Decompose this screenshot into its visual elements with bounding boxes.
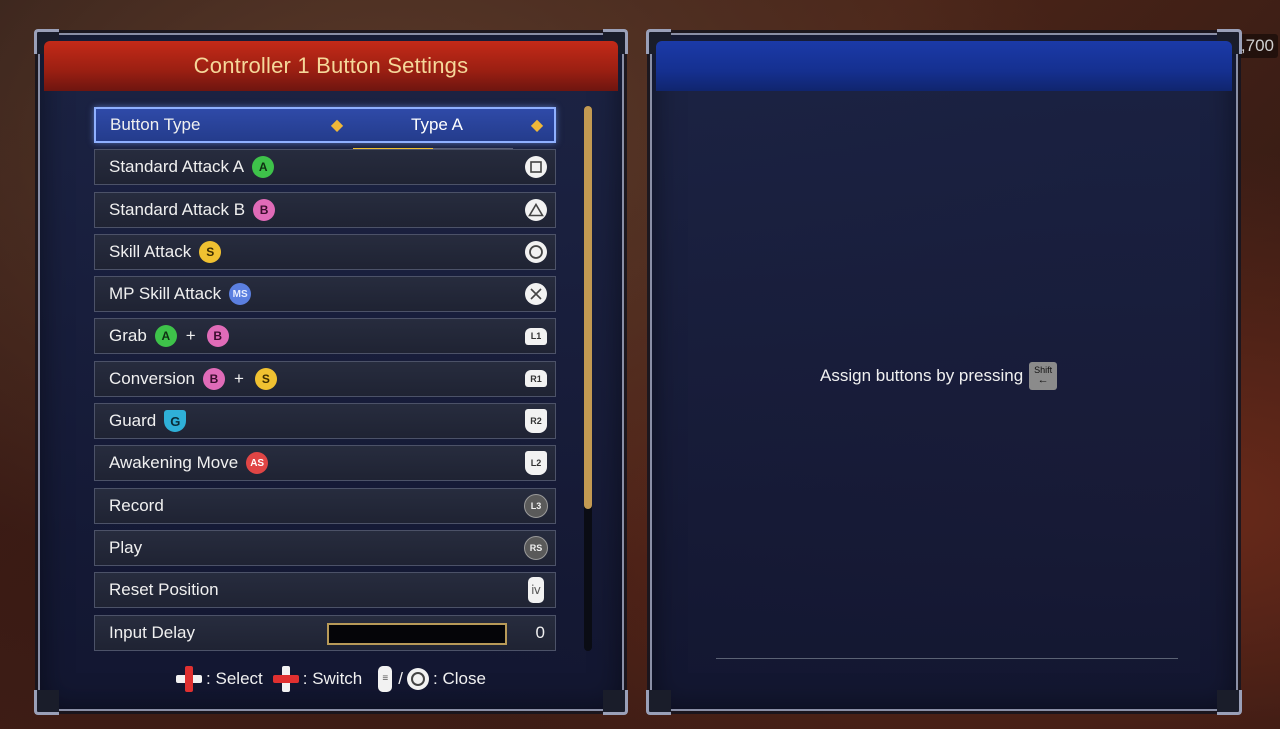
awakening-move-label: Awakening Move (109, 453, 239, 473)
touchpad-icon: ⅳ (524, 577, 548, 604)
conversion-row[interactable]: Conversion B + S R1 (94, 360, 556, 397)
hint-close: : Close (433, 669, 486, 688)
input-delay-label: Input Delay (109, 622, 195, 642)
action-s-badge-icon: S (254, 367, 277, 390)
reset-position-label: Reset Position (109, 580, 219, 600)
action-b-badge-icon: B (253, 198, 276, 221)
triangle-button-icon (524, 198, 548, 222)
button-type-value: Type A (411, 115, 463, 134)
action-g-badge-icon: G (164, 410, 187, 433)
reset-position-row[interactable]: Reset Position ⅳ (94, 572, 556, 609)
circle-button-icon (524, 240, 548, 264)
input-delay-bar[interactable] (327, 622, 507, 645)
button-type-row[interactable]: Button Type ◆ Type A ◆ (94, 107, 556, 151)
hint-slash: / (398, 669, 404, 688)
scrollbar-thumb[interactable] (584, 106, 592, 510)
record-row[interactable]: Record L3 (94, 487, 556, 524)
frame-corner (1217, 690, 1242, 715)
button-type-label: Button Type (110, 115, 201, 134)
plus-sign: + (185, 326, 196, 346)
action-ms-badge-icon: MS (229, 283, 252, 306)
button-type-selector[interactable]: ◆ Type A ◆ (324, 109, 550, 151)
arrow-right-icon[interactable]: ◆ (524, 115, 550, 135)
arrow-left-icon[interactable]: ◆ (324, 115, 350, 135)
dpad-updown-icon (176, 666, 203, 692)
l1-button-icon: L1 (524, 324, 548, 348)
guard-label: Guard (109, 411, 157, 431)
settings-list: Button Type ◆ Type A ◆ Standard Attack A… (94, 107, 556, 657)
l3-stick-icon: L3 (524, 493, 548, 518)
standard-attack-a-row[interactable]: Standard Attack A A (94, 149, 556, 186)
square-button-icon (524, 155, 548, 179)
action-b-badge-icon: B (203, 367, 225, 390)
preview-divider (716, 658, 1178, 659)
action-s-badge-icon: S (199, 240, 222, 263)
touchpad-icon: ≡ (378, 666, 393, 692)
r2-trigger-icon: R2 (524, 409, 548, 434)
guard-row[interactable]: Guard G R2 (94, 403, 556, 440)
circle-button-icon (407, 668, 430, 690)
standard-attack-b-label: Standard Attack B (109, 199, 246, 219)
action-a-badge-icon: A (252, 156, 275, 179)
r1-button-icon: R1 (524, 367, 548, 391)
rs-stick-icon: RS (524, 535, 548, 560)
control-hints: : Select : Switch ≡ / : Close (38, 664, 624, 694)
play-row[interactable]: Play RS (94, 529, 556, 566)
conversion-label: Conversion (109, 368, 195, 388)
skill-attack-label: Skill Attack (109, 241, 192, 261)
mp-skill-attack-label: MP Skill Attack (109, 284, 222, 304)
grab-label: Grab (109, 326, 147, 346)
frame-corner (646, 690, 671, 715)
dpad-leftright-icon (272, 666, 299, 692)
grab-row[interactable]: Grab A + B L1 (94, 318, 556, 355)
preview-header (656, 41, 1232, 91)
mp-skill-attack-row[interactable]: MP Skill Attack MS (94, 276, 556, 313)
button-settings-panel: Controller 1 Button Settings Button Type… (34, 29, 628, 715)
panel-header: Controller 1 Button Settings (44, 41, 618, 91)
skill-attack-row[interactable]: Skill Attack S (94, 233, 556, 270)
standard-attack-a-label: Standard Attack A (109, 157, 245, 177)
l2-trigger-icon: L2 (524, 451, 548, 476)
input-delay-row[interactable]: Input Delay 0 (94, 614, 556, 651)
assign-instruction: Assign buttons by pressing Shift ← (820, 362, 1058, 390)
assign-text: Assign buttons by pressing (820, 366, 1024, 385)
action-as-badge-icon: AS (246, 452, 269, 475)
plus-sign: + (234, 368, 244, 388)
hint-select: : Select (206, 669, 263, 688)
hint-switch: : Switch (302, 669, 363, 688)
action-rows: Standard Attack A A Standard Attack B B Skil… (94, 149, 556, 609)
standard-attack-b-row[interactable]: Standard Attack B B (94, 191, 556, 228)
shift-key-icon: Shift ← (1029, 362, 1058, 390)
record-label: Record (109, 495, 164, 515)
awakening-move-row[interactable]: Awakening Move AS L2 (94, 445, 556, 482)
cross-button-icon (524, 282, 548, 306)
panel-title: Controller 1 Button Settings (193, 53, 469, 78)
action-b-badge-icon: B (206, 325, 229, 348)
input-delay-value: 0 (535, 622, 545, 642)
list-scrollbar[interactable] (584, 106, 592, 651)
play-label: Play (109, 537, 143, 557)
action-a-badge-icon: A (154, 325, 177, 348)
